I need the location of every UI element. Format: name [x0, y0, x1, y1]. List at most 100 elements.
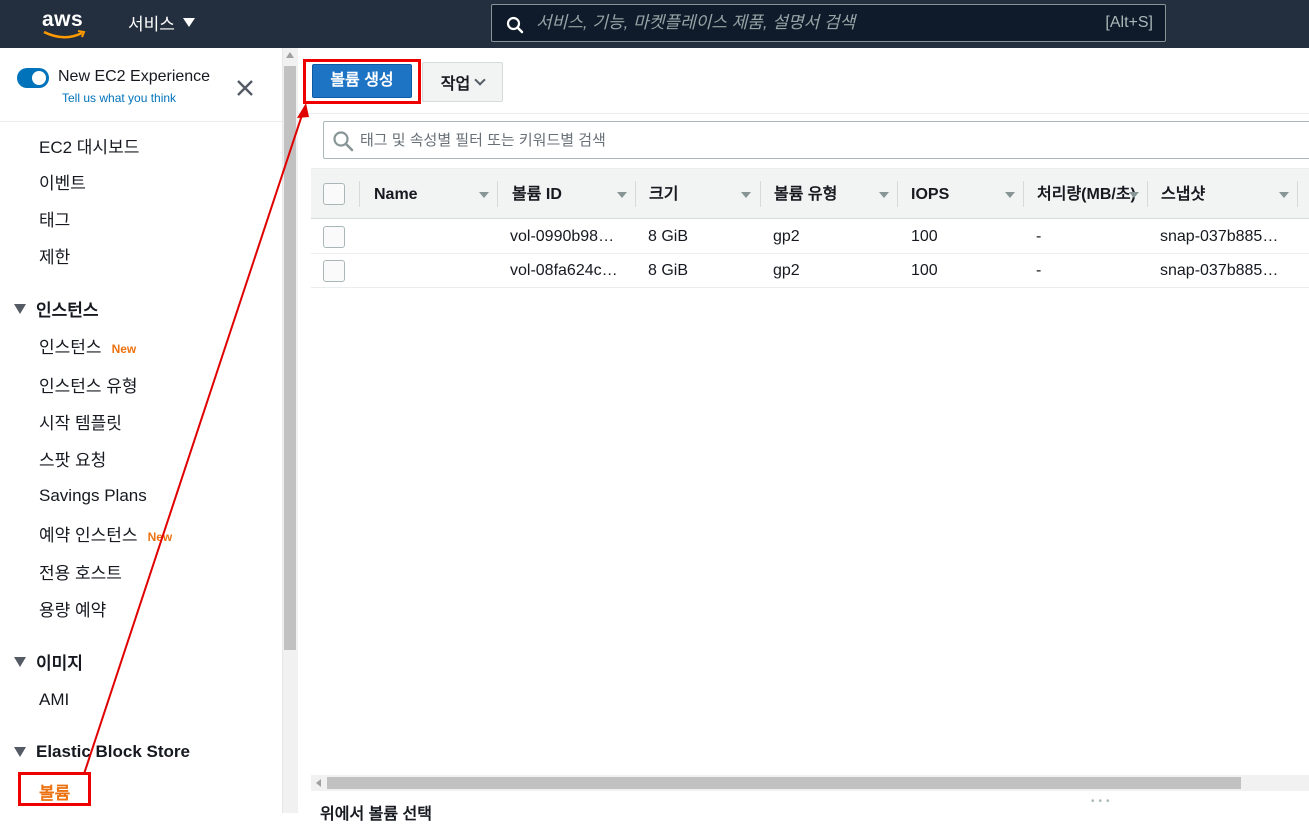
sidebar-item-instance-types[interactable]: 인스턴스 유형 — [39, 372, 138, 397]
sidebar-item-launch-templates[interactable]: 시작 템플릿 — [39, 409, 122, 434]
sidebar-item-savings-plans[interactable]: Savings Plans — [39, 486, 147, 506]
row-checkbox[interactable] — [323, 226, 345, 248]
column-divider — [497, 181, 498, 207]
sidebar-section-images[interactable]: 이미지 — [14, 649, 83, 674]
search-shortcut-hint: [Alt+S] — [1105, 14, 1153, 31]
scroll-up-arrow-icon[interactable] — [286, 52, 294, 58]
column-header-throughput[interactable]: 처리량(MB/초) — [1037, 169, 1139, 220]
actions-dropdown-button[interactable]: 작업 — [422, 62, 503, 102]
feedback-link[interactable]: Tell us what you think — [62, 91, 176, 105]
row-checkbox[interactable] — [323, 260, 345, 282]
cell-volume-type: gp2 — [773, 228, 800, 245]
column-divider — [1023, 181, 1024, 207]
select-all-checkbox[interactable] — [323, 183, 345, 205]
top-navigation-bar: aws 서비스 [Alt+S] — [0, 0, 1309, 48]
column-divider — [359, 181, 360, 207]
horizontal-scrollbar-thumb[interactable] — [327, 777, 1241, 789]
sort-caret-icon[interactable] — [617, 192, 627, 198]
section-title: Elastic Block Store — [36, 742, 191, 761]
sidebar-item-dedicated-hosts[interactable]: 전용 호스트 — [39, 559, 122, 584]
sidebar-section-elastic-block-store[interactable]: Elastic Block Store — [14, 742, 190, 762]
annotation-highlight-create-button — [303, 59, 421, 104]
cell-name — [374, 220, 494, 254]
column-header-volume-id[interactable]: 볼륨 ID — [512, 169, 612, 220]
toolbar: 볼륨 생성 작업 — [298, 48, 1309, 114]
sidebar-item-limits[interactable]: 제한 — [39, 243, 70, 268]
sidebar-item-label: 예약 인스턴스 — [39, 526, 138, 545]
sort-caret-icon[interactable] — [1279, 192, 1289, 198]
column-header-name[interactable]: Name — [374, 169, 474, 220]
column-divider — [1297, 181, 1298, 207]
table-horizontal-scrollbar[interactable] — [311, 775, 1309, 791]
section-title: 이미지 — [36, 654, 83, 673]
table-row[interactable]: vol-0990b98… 8 GiB gp2 100 - snap-037b88… — [311, 220, 1309, 254]
services-menu-label: 서비스 — [128, 15, 175, 34]
sort-caret-icon[interactable] — [1005, 192, 1015, 198]
sidebar-divider — [0, 121, 282, 122]
aws-logo-text: aws — [42, 8, 84, 31]
global-search-input[interactable] — [536, 10, 1076, 36]
sidebar-item-instances[interactable]: 인스턴스 New — [39, 333, 136, 358]
selection-hint-text: 위에서 볼륨 선택 — [320, 806, 432, 823]
column-divider — [760, 181, 761, 207]
column-header-iops[interactable]: IOPS — [911, 169, 1001, 220]
search-icon — [506, 16, 524, 34]
aws-logo[interactable]: aws — [42, 8, 90, 40]
section-title: 인스턴스 — [36, 301, 99, 320]
aws-smile-icon — [43, 30, 86, 39]
cell-volume-id: vol-0990b98… — [510, 228, 615, 245]
filter-input[interactable] — [360, 128, 1260, 152]
column-header-size[interactable]: 크기 — [649, 169, 739, 220]
cell-iops: 100 — [911, 262, 938, 279]
column-header-snapshot[interactable]: 스냅샷 — [1161, 169, 1271, 220]
toggle-knob — [32, 71, 46, 85]
cell-volume-type: gp2 — [773, 262, 800, 279]
column-divider — [897, 181, 898, 207]
sort-caret-icon[interactable] — [479, 192, 489, 198]
new-badge: New — [111, 342, 137, 356]
sidebar-item-spot-requests[interactable]: 스팟 요청 — [39, 446, 106, 471]
services-menu-button[interactable]: 서비스 — [128, 10, 195, 35]
cell-size: 8 GiB — [648, 262, 689, 279]
cell-iops: 100 — [911, 228, 938, 245]
column-header-volume-type[interactable]: 볼륨 유형 — [774, 169, 874, 220]
scroll-left-arrow-icon[interactable] — [316, 779, 321, 787]
sidebar-item-ec2-dashboard[interactable]: EC2 대시보드 — [39, 133, 139, 158]
cell-throughput: - — [1036, 228, 1042, 245]
resize-handle-icon[interactable]: ••• — [1091, 796, 1114, 807]
sidebar-item-label: 인스턴스 — [39, 338, 102, 357]
sidebar-scrollbar-thumb[interactable] — [284, 66, 296, 650]
sidebar-item-tags[interactable]: 태그 — [39, 206, 70, 231]
annotation-highlight-volumes-item — [18, 772, 91, 806]
sidebar-item-ami[interactable]: AMI — [39, 690, 69, 710]
search-icon — [333, 131, 354, 152]
cell-volume-id: vol-08fa624c… — [510, 262, 618, 279]
caret-down-icon — [182, 18, 195, 27]
new-experience-label: New EC2 Experience — [58, 68, 211, 85]
actions-label: 작업 — [440, 76, 471, 93]
close-icon[interactable] — [235, 78, 255, 98]
column-divider — [635, 181, 636, 207]
sort-caret-icon[interactable] — [741, 192, 751, 198]
cell-name — [374, 254, 494, 288]
sort-caret-icon[interactable] — [879, 192, 889, 198]
global-search-box[interactable]: [Alt+S] — [491, 4, 1166, 42]
sidebar-section-instances[interactable]: 인스턴스 — [14, 296, 99, 321]
filter-search-box[interactable] — [323, 121, 1309, 159]
cell-snapshot: snap-037b885… — [1160, 262, 1279, 279]
chevron-down-icon — [474, 73, 486, 86]
sidebar: New EC2 Experience Tell us what you thin… — [0, 48, 282, 813]
sidebar-item-capacity-reservations[interactable]: 용량 예약 — [39, 596, 106, 621]
sort-caret-icon[interactable] — [1129, 192, 1139, 198]
cell-snapshot: snap-037b885… — [1160, 228, 1279, 245]
main-content: 볼륨 생성 작업 Name 볼륨 ID 크기 볼륨 유형 IOPS 처리량(MB… — [298, 48, 1309, 823]
new-badge: New — [147, 530, 173, 544]
collapse-triangle-icon — [14, 303, 26, 314]
collapse-triangle-icon — [14, 747, 26, 757]
table-row[interactable]: vol-08fa624c… 8 GiB gp2 100 - snap-037b8… — [311, 254, 1309, 288]
sidebar-item-events[interactable]: 이벤트 — [39, 169, 86, 194]
column-divider — [1147, 181, 1148, 207]
table-header: Name 볼륨 ID 크기 볼륨 유형 IOPS 처리량(MB/초) 스냅샷 — [311, 168, 1309, 219]
new-experience-toggle[interactable] — [17, 68, 49, 88]
sidebar-item-reserved-instances[interactable]: 예약 인스턴스 New — [39, 521, 172, 546]
